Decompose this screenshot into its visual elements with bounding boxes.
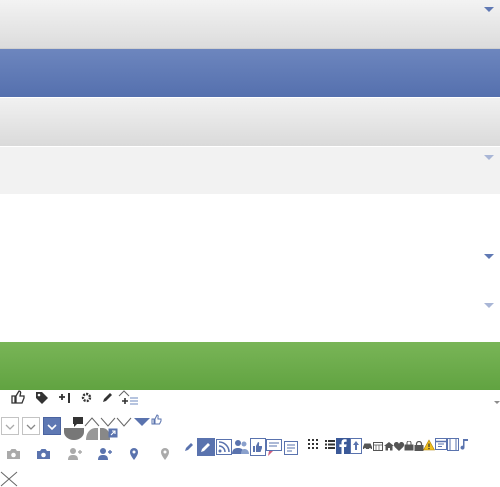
map-pin-icon[interactable]: [160, 447, 170, 461]
film-icon[interactable]: [447, 438, 459, 451]
header-bar-gray: [0, 0, 500, 49]
chevron-row: [84, 417, 150, 427]
home-icon[interactable]: [384, 441, 394, 451]
close-x-icon[interactable]: [0, 471, 18, 487]
content-area: [0, 195, 500, 342]
add-friend-icon[interactable]: [97, 447, 113, 461]
pencil-box-icon[interactable]: [197, 438, 215, 456]
dropdown-arrow-icon[interactable]: [494, 401, 500, 404]
gear-icon[interactable]: [80, 391, 93, 404]
like-page-icon[interactable]: [250, 438, 266, 456]
note-icon[interactable]: [284, 441, 298, 455]
dropdown-button[interactable]: [1, 417, 19, 435]
header-bar-blue: [0, 49, 500, 97]
upload-icon[interactable]: [350, 438, 362, 454]
heart-icon[interactable]: [394, 442, 404, 451]
grid-icon[interactable]: [308, 439, 318, 449]
list-icon[interactable]: [325, 440, 335, 449]
like-icon[interactable]: [10, 390, 26, 404]
window-icon[interactable]: [435, 438, 447, 450]
warning-icon[interactable]: [423, 439, 435, 451]
car-icon[interactable]: [362, 442, 373, 450]
chat-bubble-icon[interactable]: [72, 416, 84, 428]
music-note-icon[interactable]: [459, 438, 469, 450]
camera-icon[interactable]: [6, 448, 21, 460]
dropdown-arrow-icon[interactable]: [484, 254, 494, 259]
plus-one-icon[interactable]: [58, 391, 74, 404]
dropdown-arrow-icon[interactable]: [484, 7, 494, 12]
dropdown-arrow-icon[interactable]: [484, 303, 494, 308]
bag-icon[interactable]: [404, 441, 414, 451]
header-bar-gray-2: [0, 98, 500, 146]
section-bar-light: [0, 147, 500, 194]
footer-bar-green: [0, 342, 500, 390]
camera-icon[interactable]: [36, 448, 51, 460]
dropdown-button-selected[interactable]: [43, 417, 61, 435]
like-icon[interactable]: [151, 414, 162, 425]
pencil-icon[interactable]: [183, 441, 195, 453]
pencil-icon[interactable]: [101, 391, 114, 404]
message-icon[interactable]: [266, 439, 284, 457]
add-list-icon[interactable]: [118, 390, 140, 407]
dropdown-button[interactable]: [22, 417, 40, 435]
external-link-icon[interactable]: [108, 428, 118, 438]
facebook-icon[interactable]: [336, 438, 350, 454]
rss-icon[interactable]: [216, 439, 232, 455]
friends-icon[interactable]: [232, 439, 250, 455]
calendar-icon[interactable]: [373, 442, 383, 451]
icon-sprite-area: [0, 390, 500, 487]
add-friend-icon[interactable]: [67, 447, 83, 461]
dropdown-arrow-icon[interactable]: [484, 155, 494, 160]
tag-icon[interactable]: [35, 391, 49, 405]
map-pin-icon[interactable]: [129, 447, 139, 461]
